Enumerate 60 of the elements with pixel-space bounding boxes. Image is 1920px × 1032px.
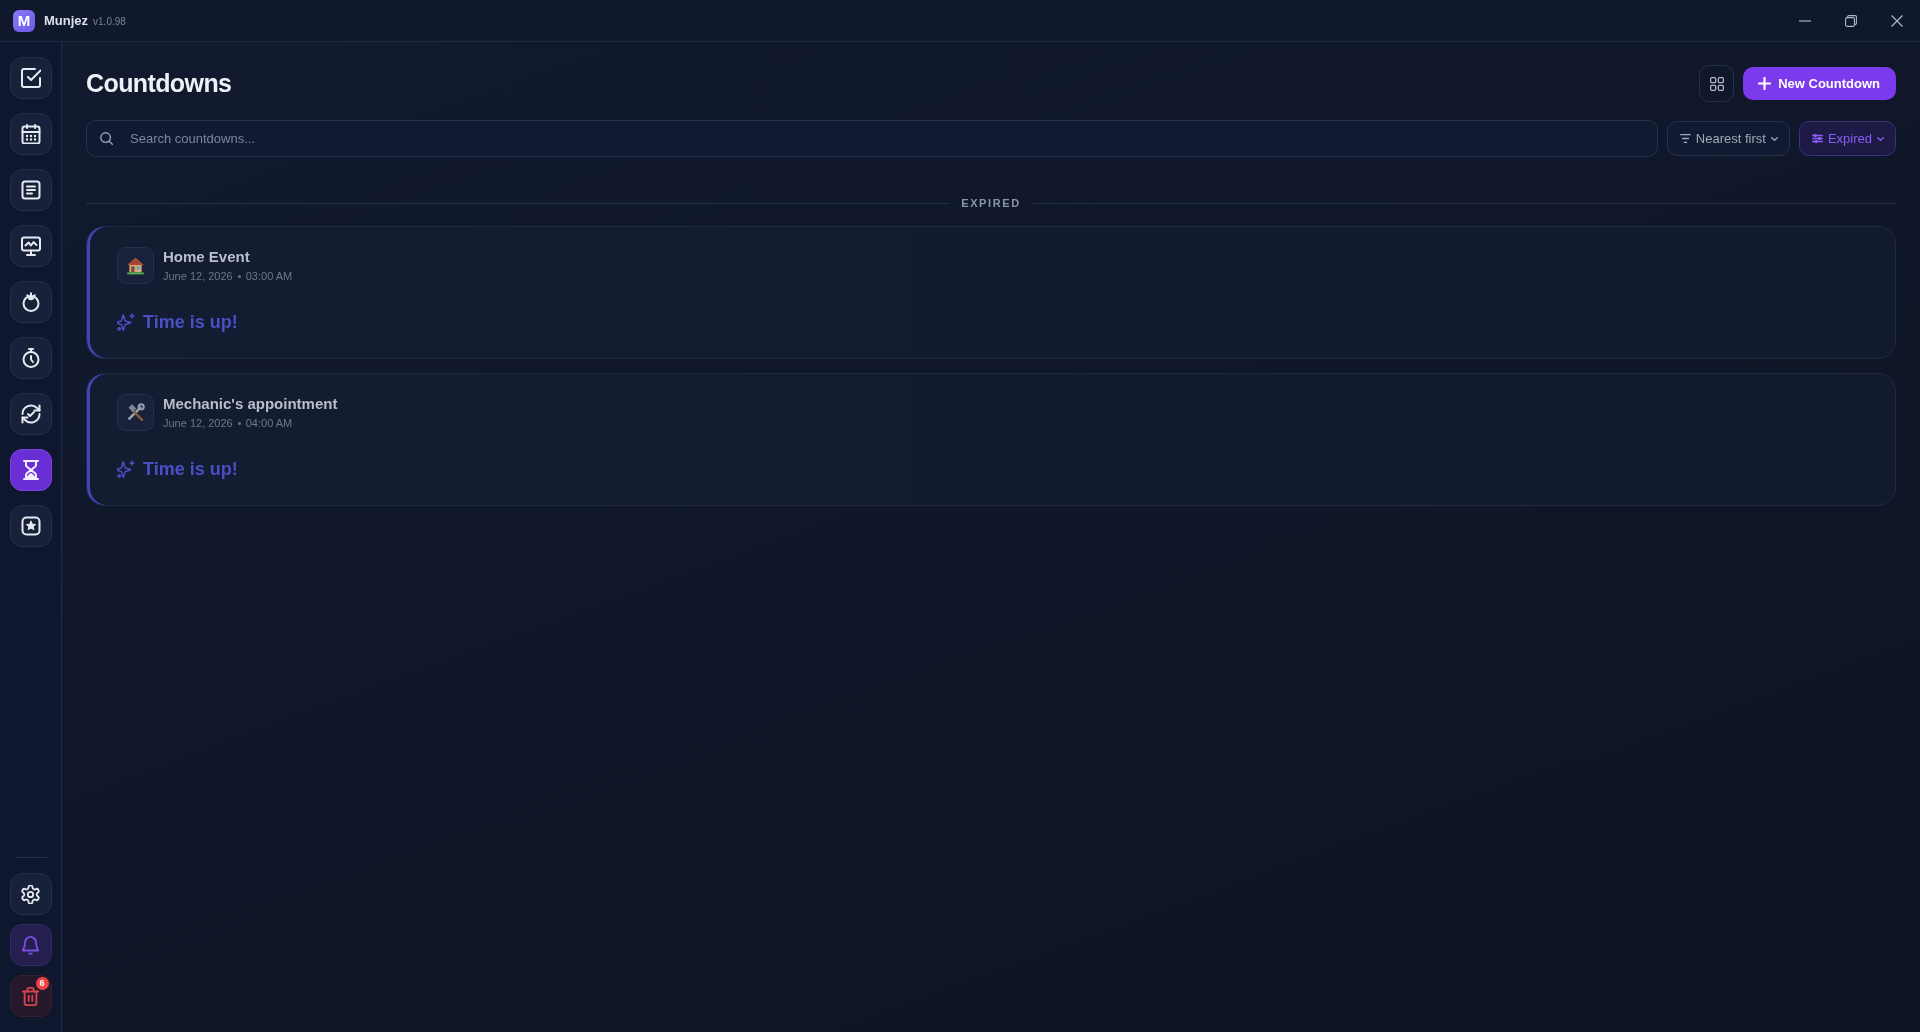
sidebar-button[interactable] [9, 225, 52, 267]
section-label: EXPIRED [961, 197, 1021, 209]
countdown-card[interactable]: Mechanic's appointment June 12, 2026 04:00 AM Time is up! [86, 373, 1896, 506]
chevron-down-icon [1770, 136, 1778, 141]
check-square-icon [20, 68, 41, 88]
sidebar-button[interactable] [9, 449, 52, 491]
restore-icon [1845, 14, 1857, 27]
countdown-card[interactable]: Home Event June 12, 2026 03:00 AM Time is up! [86, 226, 1896, 359]
sidebar-button[interactable] [9, 281, 52, 323]
hourglass-icon [20, 460, 41, 480]
sidebar-button[interactable] [9, 113, 52, 155]
refresh-check-icon [20, 404, 41, 424]
countdown-time: 04:00 AM [245, 416, 293, 430]
page-title: Countdowns [86, 69, 232, 98]
dropdown-button[interactable]: Nearest first [1666, 121, 1790, 156]
sidebar-button[interactable] [9, 393, 52, 435]
calendar-icon [20, 124, 41, 144]
app-logo: M [13, 9, 35, 32]
search-icon [100, 132, 113, 145]
grid-view-button[interactable] [1699, 65, 1735, 102]
sidebar-button[interactable] [9, 57, 52, 99]
countdown-status: Time is up! [143, 458, 238, 480]
countdown-title: Home Event [163, 248, 251, 266]
sidebar-button[interactable] [9, 873, 52, 915]
search-field[interactable]: Search countdowns... [86, 120, 1658, 157]
sidebar-button[interactable] [9, 505, 52, 547]
new-countdown-button[interactable]: New Countdown [1743, 67, 1896, 100]
sparkle-icon [117, 313, 135, 331]
sliders-icon [1811, 134, 1823, 143]
sparkle-icon [117, 460, 135, 478]
app-version: v1.0.98 [93, 16, 126, 27]
grid-icon [1709, 76, 1724, 91]
monitor-chart-icon [20, 236, 41, 256]
sidebar-button[interactable]: 6 [9, 975, 52, 1017]
minimize-icon [1799, 19, 1811, 22]
chevron-down-icon [1877, 136, 1884, 141]
bullet-icon [237, 421, 241, 425]
app-name: Munjez [44, 13, 89, 28]
settings-icon [21, 884, 40, 904]
countdown-date: June 12, 2026 [163, 269, 233, 283]
plus-icon [1758, 77, 1772, 90]
trash-icon [21, 986, 40, 1006]
close-icon [1891, 14, 1903, 27]
notification-badge: 6 [35, 977, 49, 990]
countdown-time: 03:00 AM [245, 269, 293, 283]
sidebar-button[interactable] [9, 169, 52, 211]
countdown-date: June 12, 2026 [163, 416, 233, 430]
sidebar-button[interactable] [9, 337, 52, 379]
hammer-wrench-icon [117, 394, 154, 431]
bell-icon [21, 935, 40, 955]
bullet-icon [237, 274, 241, 278]
countdown-title: Mechanic's appointment [163, 395, 338, 413]
sort-icon [1679, 134, 1691, 143]
countdown-status: Time is up! [143, 311, 238, 333]
document-icon [20, 180, 41, 200]
house-icon [117, 247, 154, 284]
dropdown-button[interactable]: Expired [1798, 121, 1896, 156]
tomato-icon [20, 292, 41, 312]
star-square-icon [20, 516, 41, 536]
stopwatch-icon [20, 348, 41, 368]
